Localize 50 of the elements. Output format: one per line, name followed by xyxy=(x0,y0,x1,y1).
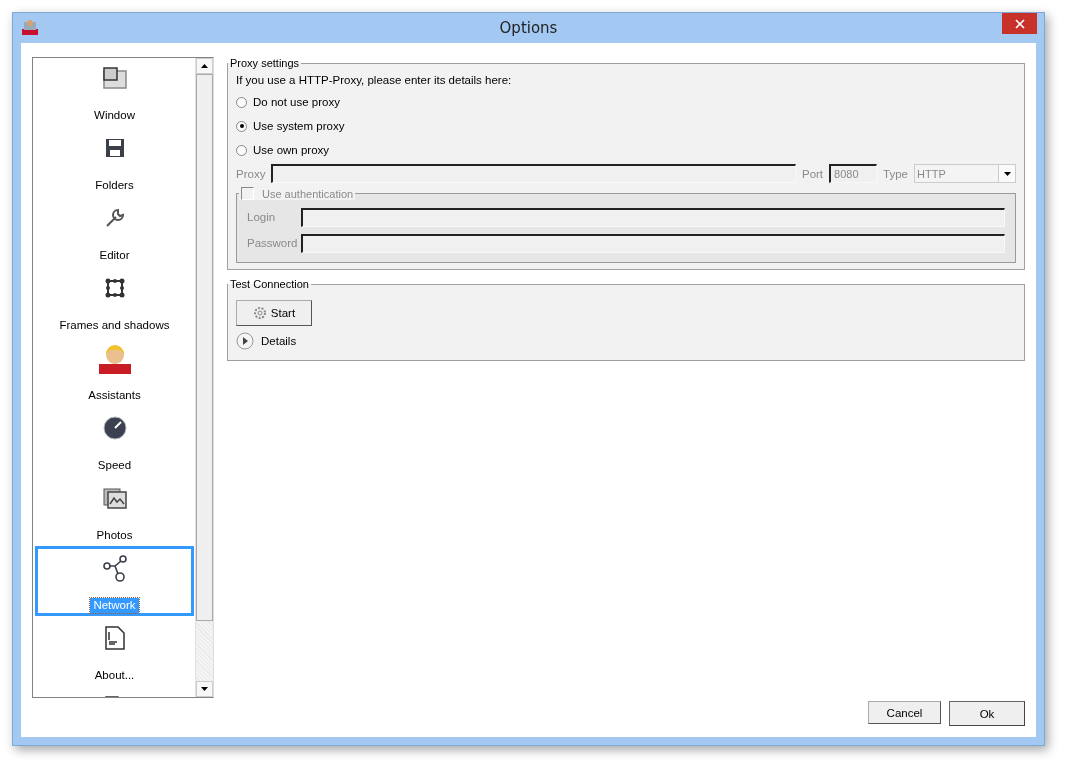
password-field[interactable] xyxy=(301,233,1005,253)
port-label: Port xyxy=(801,167,824,180)
radio-label: Use own proxy xyxy=(253,144,330,156)
category-label: Speed xyxy=(96,458,133,473)
category-item[interactable]: Assistants xyxy=(35,336,194,406)
scroll-up-button[interactable] xyxy=(196,58,213,74)
start-button[interactable]: Start xyxy=(236,300,312,326)
radio-label: Do not use proxy xyxy=(253,96,340,108)
cancel-button[interactable]: Cancel xyxy=(868,701,941,724)
down-arrow-icon xyxy=(201,687,208,691)
close-icon xyxy=(1014,18,1025,29)
checkbox-label: Use authentication xyxy=(262,187,354,200)
category-item[interactable]: Speed xyxy=(35,406,194,476)
category-item[interactable]: About... xyxy=(35,616,194,686)
category-item[interactable]: Folders xyxy=(35,126,194,196)
category-item[interactable]: Photos xyxy=(35,476,194,546)
intro-text: If you use a HTTP-Proxy, please enter its details here: xyxy=(236,74,513,86)
category-label: Folders xyxy=(94,178,135,193)
avatar-icon xyxy=(98,342,131,374)
proxy-label: Proxy xyxy=(236,167,266,180)
category-label: Photos xyxy=(95,528,134,543)
category-label: About... xyxy=(93,668,136,683)
category-item[interactable]: Window xyxy=(35,58,194,126)
window-title: Options xyxy=(499,19,558,37)
category-label: Network xyxy=(90,598,139,613)
category-label: Assistants xyxy=(87,388,142,403)
scroll-thumb[interactable] xyxy=(196,74,213,621)
group-title: Proxy settings xyxy=(229,57,301,69)
scroll-down-button[interactable] xyxy=(196,681,213,697)
login-label: Login xyxy=(247,211,277,223)
ok-button[interactable]: Ok xyxy=(949,701,1025,726)
type-label: Type xyxy=(883,167,908,180)
app-icon xyxy=(22,19,38,35)
category-item[interactable]: Frames and shadows xyxy=(35,266,194,336)
network-icon xyxy=(101,552,128,584)
category-item[interactable]: Editor xyxy=(35,196,194,266)
category-label: Window xyxy=(93,108,136,123)
group-title: Test Connection xyxy=(229,278,310,290)
gear-icon xyxy=(252,306,267,320)
caret-icon xyxy=(1003,171,1011,176)
password-label: Password xyxy=(247,237,295,249)
scrollbar[interactable] xyxy=(195,58,213,697)
category-label: Editor xyxy=(98,248,131,263)
details-toggle[interactable]: Details xyxy=(236,332,297,350)
category-label: Frames and shadows xyxy=(58,318,171,333)
close-button[interactable] xyxy=(1002,13,1037,34)
up-arrow-icon xyxy=(201,64,208,68)
play-icon xyxy=(236,332,254,350)
login-field[interactable] xyxy=(301,207,1005,227)
radio-label: Use system proxy xyxy=(253,120,345,132)
